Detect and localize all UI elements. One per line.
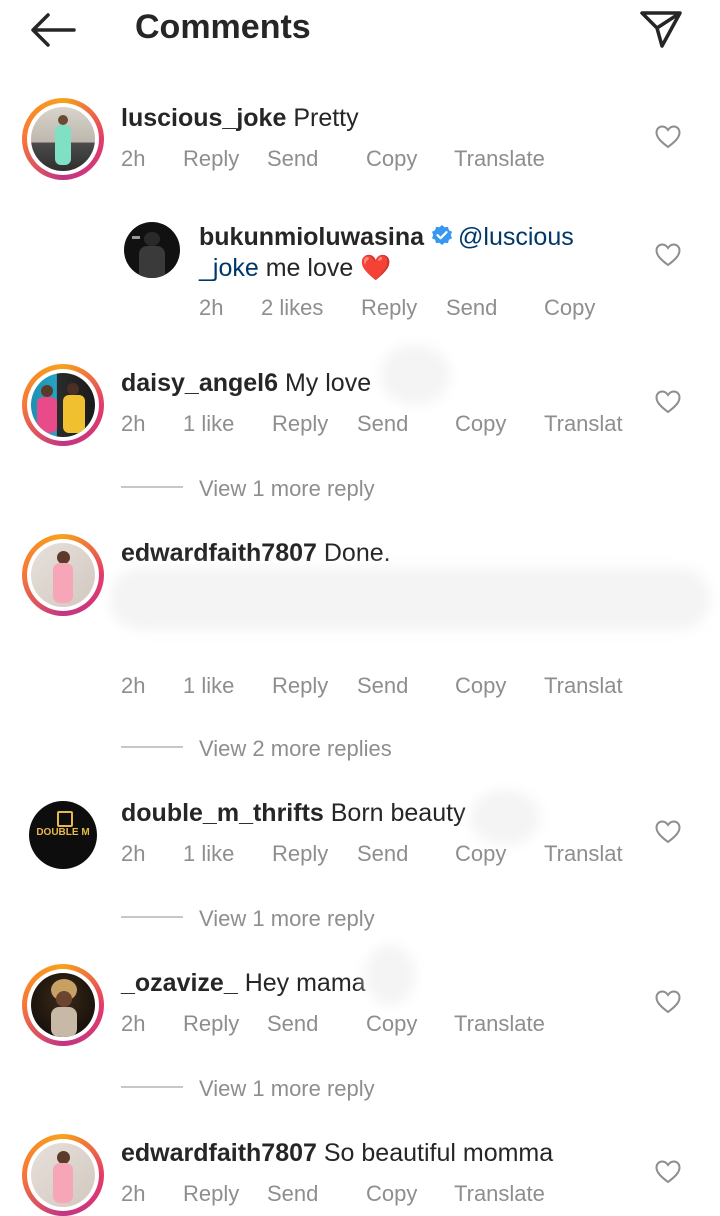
avatar[interactable] <box>22 534 104 616</box>
send-button[interactable]: Send <box>357 411 408 437</box>
copy-button[interactable]: Copy <box>366 1181 417 1207</box>
like-heart-icon[interactable] <box>655 1160 681 1184</box>
like-heart-icon[interactable] <box>655 990 681 1014</box>
like-heart-icon[interactable] <box>655 820 681 844</box>
copy-button[interactable]: Copy <box>455 411 506 437</box>
comment-meta: 2h 1 like Reply Send Copy Translat <box>0 841 720 871</box>
comment-time: 2h <box>121 673 146 698</box>
verified-badge-icon <box>432 225 453 245</box>
comment-body: Pretty <box>293 104 359 132</box>
send-button[interactable]: Send <box>267 1011 318 1037</box>
comment-username[interactable]: _ozavize_ <box>121 969 238 997</box>
translate-button[interactable]: Translate <box>454 1181 545 1207</box>
likes-count[interactable]: 1 like <box>183 673 234 699</box>
comment-time: 2h <box>121 1181 146 1206</box>
comment-time: 2h <box>121 1011 146 1036</box>
view-more-replies[interactable]: View 2 more replies <box>199 736 392 762</box>
view-replies-line <box>121 486 183 488</box>
comment-time: 2h <box>199 295 224 320</box>
mention-link-cont[interactable]: _joke <box>199 254 259 282</box>
mention-link[interactable]: @luscious <box>458 223 574 251</box>
comment-body: So beautiful momma <box>323 1139 554 1167</box>
back-arrow-icon[interactable] <box>30 12 76 48</box>
reply-button[interactable]: Reply <box>183 1181 239 1207</box>
likes-count[interactable]: 1 like <box>183 841 234 867</box>
reply-button[interactable]: Reply <box>272 841 328 867</box>
copy-button[interactable]: Copy <box>366 1011 417 1037</box>
translate-button[interactable]: Translate <box>454 146 545 172</box>
comment-body: me love ❤️ <box>265 254 392 282</box>
like-heart-icon[interactable] <box>655 243 681 267</box>
like-heart-icon[interactable] <box>655 125 681 149</box>
comment-username[interactable]: luscious_joke <box>121 104 286 132</box>
likes-count[interactable]: 1 like <box>183 411 234 437</box>
comment-time: 2h <box>121 146 146 171</box>
copy-button[interactable]: Copy <box>455 841 506 867</box>
comment-meta: 2h Reply Send Copy Translate <box>0 1011 720 1041</box>
send-button[interactable]: Send <box>446 295 497 321</box>
send-button[interactable]: Send <box>357 673 408 699</box>
page-title: Comments <box>135 8 311 46</box>
redaction-smudge <box>365 945 415 1005</box>
view-replies-line <box>121 916 183 918</box>
send-button[interactable]: Send <box>267 1181 318 1207</box>
comment-username[interactable]: edwardfaith7807 <box>121 539 317 567</box>
view-more-replies[interactable]: View 1 more reply <box>199 1076 375 1102</box>
avatar-logo-text: DOUBLE M <box>36 827 90 838</box>
reply-text: bukunmioluwasina @luscious _joke me love … <box>199 222 574 284</box>
avatar[interactable] <box>124 222 180 278</box>
redaction-smudge <box>110 568 710 630</box>
comment-text: _ozavize_ Hey mama <box>121 969 366 998</box>
comment-text: luscious_joke Pretty <box>121 104 359 133</box>
copy-button[interactable]: Copy <box>455 673 506 699</box>
comment-meta: 2h Reply Send Copy Translate <box>0 146 720 176</box>
translate-button[interactable]: Translate <box>454 1011 545 1037</box>
reply-button[interactable]: Reply <box>272 673 328 699</box>
view-more-replies[interactable]: View 1 more reply <box>199 906 375 932</box>
view-replies-line <box>121 746 183 748</box>
comment-username[interactable]: double_m_thrifts <box>121 799 324 827</box>
reply-button[interactable]: Reply <box>361 295 417 321</box>
comment-meta: 2h 2 likes Reply Send Copy <box>0 295 720 325</box>
like-heart-icon[interactable] <box>655 390 681 414</box>
view-more-replies[interactable]: View 1 more reply <box>199 476 375 502</box>
translate-button[interactable]: Translat <box>544 841 623 867</box>
comment-meta: 2h Reply Send Copy Translate <box>0 1181 720 1211</box>
comment-text: edwardfaith7807 So beautiful momma <box>121 1139 553 1168</box>
comment-time: 2h <box>121 841 146 866</box>
comment-meta: 2h 1 like Reply Send Copy Translat <box>0 673 720 703</box>
redaction-smudge <box>470 790 540 845</box>
comment-body: Hey mama <box>244 969 366 997</box>
reply-button[interactable]: Reply <box>183 146 239 172</box>
comment-username[interactable]: bukunmioluwasina <box>199 223 424 251</box>
copy-button[interactable]: Copy <box>366 146 417 172</box>
view-replies-line <box>121 1086 183 1088</box>
copy-button[interactable]: Copy <box>544 295 595 321</box>
reply-button[interactable]: Reply <box>183 1011 239 1037</box>
comment-username[interactable]: edwardfaith7807 <box>121 1139 317 1167</box>
send-button[interactable]: Send <box>267 146 318 172</box>
send-button[interactable]: Send <box>357 841 408 867</box>
comment-body: My love <box>284 369 372 397</box>
translate-button[interactable]: Translat <box>544 673 623 699</box>
redaction-smudge <box>380 345 450 405</box>
likes-count[interactable]: 2 likes <box>261 295 323 321</box>
direct-send-icon[interactable] <box>638 8 684 50</box>
comment-username[interactable]: daisy_angel6 <box>121 369 278 397</box>
comment-text: double_m_thrifts Born beauty <box>121 799 466 828</box>
comment-time: 2h <box>121 411 146 436</box>
comment-body: Born beauty <box>330 799 466 827</box>
reply-button[interactable]: Reply <box>272 411 328 437</box>
comment-text: daisy_angel6 My love <box>121 369 371 398</box>
translate-button[interactable]: Translat <box>544 411 623 437</box>
comment-meta: 2h 1 like Reply Send Copy Translat <box>0 411 720 441</box>
comment-text: edwardfaith7807 Done. <box>121 539 391 568</box>
comment-body: Done. <box>323 539 391 567</box>
